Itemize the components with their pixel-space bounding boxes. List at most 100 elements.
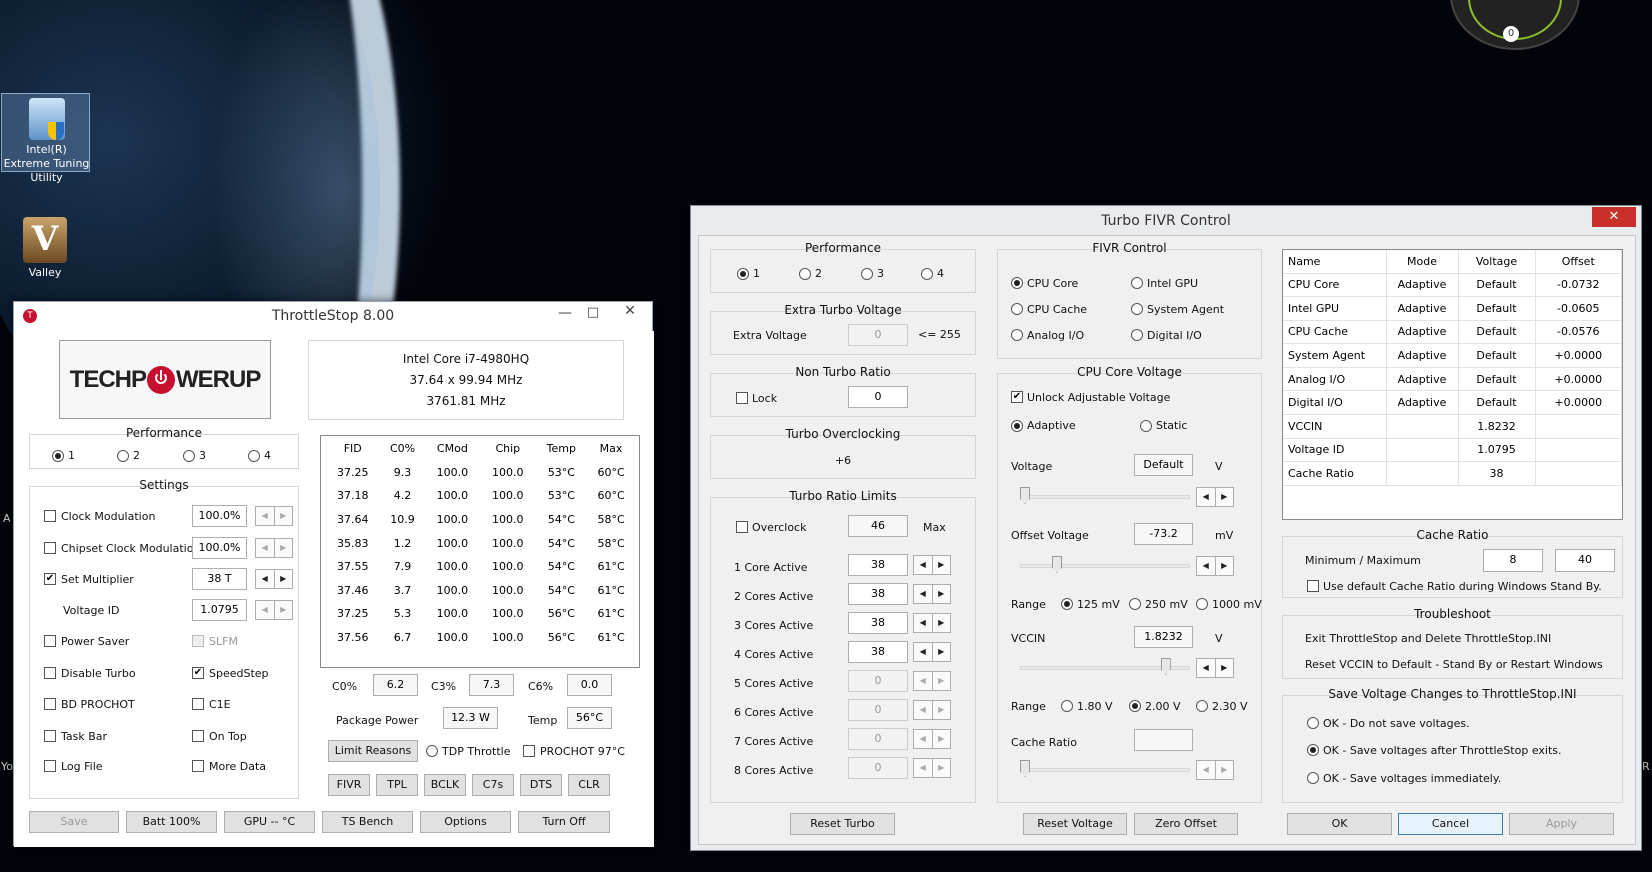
clock-modulation-spinner[interactable]: ◀ ▶ [255, 506, 293, 526]
core-6-value[interactable]: 0 [848, 699, 908, 721]
core-5-value[interactable]: 0 [848, 670, 908, 692]
core-8-spinner[interactable]: ◀ ▶ [913, 758, 951, 778]
offset-slider[interactable] [1020, 564, 1190, 568]
performance-radio-3[interactable] [183, 450, 195, 462]
vccin-spinner[interactable]: ◀ ▶ [1196, 658, 1234, 678]
options-button[interactable]: Options [420, 811, 511, 833]
chipset-clock-spinner[interactable]: ◀ ▶ [255, 538, 293, 558]
core-2-spinner[interactable]: ◀ ▶ [913, 584, 951, 604]
fivr-performance-radio-2[interactable] [799, 268, 811, 280]
core-1-value[interactable]: 38 [848, 554, 908, 576]
reset-turbo-button[interactable]: Reset Turbo [790, 813, 895, 835]
c7s-button[interactable]: C7s [472, 774, 514, 796]
cpu-core-radio[interactable] [1011, 277, 1023, 289]
standby-checkbox[interactable] [1307, 580, 1319, 592]
bclk-button[interactable]: BCLK [424, 774, 466, 796]
range-250mv-radio[interactable] [1129, 598, 1141, 610]
voltage-slider[interactable] [1020, 495, 1190, 499]
limit-reasons-button[interactable]: Limit Reasons [328, 740, 418, 762]
vccin-slider-thumb[interactable] [1160, 658, 1171, 675]
set-multiplier-checkbox[interactable]: ✔ [44, 573, 56, 585]
lock-checkbox[interactable] [736, 392, 748, 404]
range-125mv-radio[interactable] [1061, 598, 1073, 610]
performance-radio-4[interactable] [248, 450, 260, 462]
power-saver-checkbox[interactable] [44, 635, 56, 647]
ts-bench-button[interactable]: TS Bench [322, 811, 413, 833]
voltage-spinner[interactable]: ◀ ▶ [1196, 487, 1234, 507]
battery-button[interactable]: Batt 100% [126, 811, 217, 833]
voltage-id-value[interactable]: 1.0795 [192, 599, 247, 621]
unlock-voltage-checkbox[interactable]: ✔ [1011, 391, 1023, 403]
digital-io-radio[interactable] [1131, 329, 1143, 341]
set-multiplier-spinner[interactable]: ◀ ▶ [255, 569, 293, 589]
range-180v-radio[interactable] [1061, 700, 1073, 712]
speedstep-checkbox[interactable]: ✔ [192, 667, 204, 679]
offset-voltage-value[interactable]: -73.2 [1134, 523, 1193, 545]
cache-slider[interactable] [1020, 768, 1190, 772]
vccin-value[interactable]: 1.8232 [1134, 626, 1193, 648]
cache-slider-thumb[interactable] [1020, 760, 1030, 777]
prochot-checkbox[interactable] [523, 745, 535, 757]
fivr-performance-radio-3[interactable] [861, 268, 873, 280]
minimize-button[interactable]: — [554, 305, 576, 325]
fivr-titlebar[interactable]: Turbo FIVR Control ✕ [691, 206, 1641, 235]
save-option-exit-radio[interactable] [1307, 744, 1319, 756]
on-top-checkbox[interactable] [192, 730, 204, 742]
desktop-icon-valley[interactable]: V Valley [10, 216, 80, 286]
core-6-spinner[interactable]: ◀ ▶ [913, 700, 951, 720]
close-button[interactable]: ✕ [1592, 207, 1636, 227]
ok-button[interactable]: OK [1287, 813, 1392, 835]
analog-io-radio[interactable] [1011, 329, 1023, 341]
performance-radio-1[interactable] [52, 450, 64, 462]
offset-slider-thumb[interactable] [1052, 556, 1062, 573]
chipset-clock-value[interactable]: 100.0% [192, 537, 247, 559]
disable-turbo-checkbox[interactable] [44, 667, 56, 679]
cancel-button[interactable]: Cancel [1398, 813, 1503, 835]
core-1-spinner[interactable]: ◀ ▶ [913, 555, 951, 575]
chipset-clock-checkbox[interactable] [44, 542, 56, 554]
adaptive-radio[interactable] [1011, 420, 1023, 432]
core-4-value[interactable]: 38 [848, 641, 908, 663]
c1e-checkbox[interactable] [192, 698, 204, 710]
reset-voltage-button[interactable]: Reset Voltage [1023, 813, 1127, 835]
fivr-button[interactable]: FIVR [328, 774, 370, 796]
save-option-none-radio[interactable] [1307, 717, 1319, 729]
core-2-value[interactable]: 38 [848, 583, 908, 605]
non-turbo-value[interactable]: 0 [848, 386, 908, 408]
tpl-button[interactable]: TPL [376, 774, 418, 796]
core-7-spinner[interactable]: ◀ ▶ [913, 729, 951, 749]
save-option-immediate-radio[interactable] [1307, 772, 1319, 784]
range-230v-radio[interactable] [1196, 700, 1208, 712]
system-agent-radio[interactable] [1131, 303, 1143, 315]
cache-min-value[interactable]: 8 [1483, 549, 1543, 572]
throttlestop-titlebar[interactable]: T ThrottleStop 8.00 — □ ✕ [14, 302, 652, 331]
intel-gpu-radio[interactable] [1131, 277, 1143, 289]
range-200v-radio[interactable] [1129, 700, 1141, 712]
static-radio[interactable] [1140, 420, 1152, 432]
core-8-value[interactable]: 0 [848, 757, 908, 779]
apply-button[interactable]: Apply [1509, 813, 1614, 835]
voltage-value[interactable]: Default [1134, 454, 1193, 476]
cache-spinner[interactable]: ◀ ▶ [1196, 760, 1234, 780]
troubleshoot-reset-vccin[interactable]: Reset VCCIN to Default - Stand By or Res… [1305, 658, 1603, 671]
gpu-temp-button[interactable]: GPU -- °C [224, 811, 315, 833]
extra-voltage-value[interactable]: 0 [848, 324, 908, 346]
more-data-checkbox[interactable] [192, 760, 204, 772]
save-button[interactable]: Save [29, 811, 119, 833]
core-3-value[interactable]: 38 [848, 612, 908, 634]
cpu-cache-radio[interactable] [1011, 303, 1023, 315]
slfm-checkbox[interactable] [192, 635, 204, 647]
close-button[interactable]: ✕ [610, 303, 650, 325]
voltage-slider-thumb[interactable] [1020, 487, 1030, 504]
zero-offset-button[interactable]: Zero Offset [1134, 813, 1238, 835]
tdp-throttle-radio[interactable] [426, 745, 438, 757]
cache-ratio-value[interactable] [1134, 729, 1193, 751]
log-file-checkbox[interactable] [44, 760, 56, 772]
core-7-value[interactable]: 0 [848, 728, 908, 750]
performance-radio-2[interactable] [117, 450, 129, 462]
core-4-spinner[interactable]: ◀ ▶ [913, 642, 951, 662]
bd-prochot-checkbox[interactable] [44, 698, 56, 710]
techpowerup-logo[interactable]: TECHP WERUP [59, 340, 271, 419]
range-1000mv-radio[interactable] [1196, 598, 1208, 610]
fivr-performance-radio-4[interactable] [921, 268, 933, 280]
